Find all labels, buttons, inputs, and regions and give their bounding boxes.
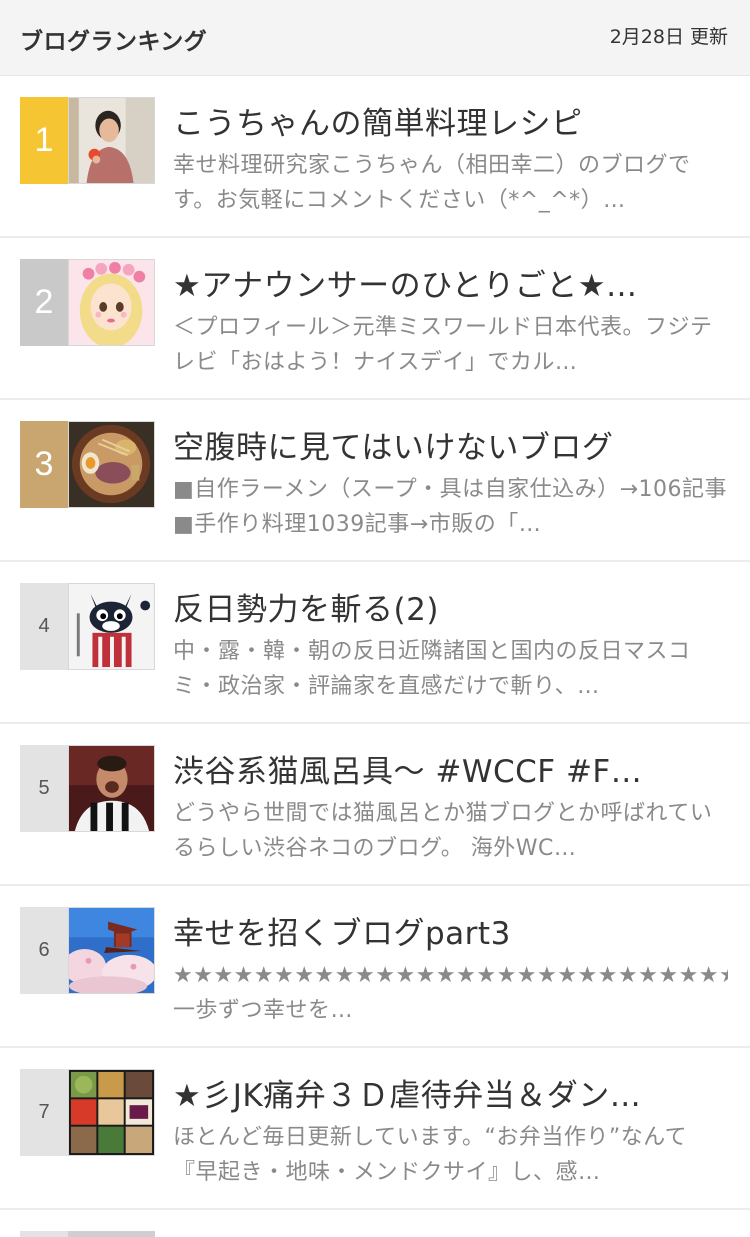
rank-badge: 5 xyxy=(20,745,68,832)
blog-description: ほとんど毎日更新しています。“お弁当作り”なんて『早起き・地味・メンドクサイ』し… xyxy=(173,1125,688,1185)
ranking-list: 1 こうちゃんの簡単料理レシピ 幸せ料理研究家こうちゃん（相田幸二）のブログです… xyxy=(0,76,750,1237)
rank-badge: 6 xyxy=(20,907,68,994)
blog-title: ★アナウンサーのひとりごと★… xyxy=(173,268,638,304)
blog-title: 幸せを招くブログpart3 xyxy=(173,916,511,952)
rank-badge: 1 xyxy=(20,97,68,184)
ranking-item-2[interactable]: 2 ★アナウンサーのひとりごと★… ＜プロフィール＞元準ミスワールド日本代表。フ… xyxy=(0,238,750,400)
ranking-item-6[interactable]: 6 幸せを招くブログpart3 ★★★★★★★★★★★★★★★★★★★★★★★★… xyxy=(0,886,750,1048)
ranking-item-1[interactable]: 1 こうちゃんの簡単料理レシピ 幸せ料理研究家こうちゃん（相田幸二）のブログです… xyxy=(0,76,750,238)
ranking-header: ブログランキング 2月28日 更新 xyxy=(0,0,750,76)
cherry-blossom-temple-icon xyxy=(68,907,155,994)
rank-badge: 2 xyxy=(20,259,68,346)
blog-description: ■自作ラーメン（スープ・具は自家仕込み）→106記事■手作り料理1039記事→市… xyxy=(173,477,728,537)
blog-title: こうちゃんの簡単料理レシピ xyxy=(173,106,583,142)
ranking-item-3[interactable]: 3 空腹時に見てはいけないブログ ■自作ラーメン（スープ・具は自家仕込み）→10… xyxy=(0,400,750,562)
ranking-item-7[interactable]: 7 ★彡JK痛弁３Ｄ虐待弁当＆ダン… ほとんど毎日更新しています。“お弁当作り”… xyxy=(0,1048,750,1210)
blog-description: どうやら世間では猫風呂とか猫ブログとか呼ばれているらしい渋谷ネコのブログ。 海外… xyxy=(173,801,713,861)
blog-title: 空腹時に見てはいけないブログ xyxy=(173,430,614,466)
thumbnail-partial xyxy=(68,1231,155,1237)
anime-girl-icon xyxy=(68,259,155,346)
updated-date: 2月28日 更新 xyxy=(609,26,728,48)
blog-title: ★彡JK痛弁３Ｄ虐待弁当＆ダン… xyxy=(173,1078,642,1114)
ranking-item-5[interactable]: 5 渋谷系猫風呂具〜 #WCCF #F… どうやら世間では猫風呂とか猫ブログとか… xyxy=(0,724,750,886)
rank-badge: 4 xyxy=(20,583,68,670)
rank-badge: 3 xyxy=(20,421,68,508)
page-title: ブログランキング xyxy=(20,29,208,55)
rank-badge-partial xyxy=(20,1231,68,1237)
ranking-item-partial xyxy=(0,1210,750,1237)
blog-description: 中・露・韓・朝の反日近隣諸国と国内の反日マスコミ・政治家・評論家を直感だけで斬り… xyxy=(173,639,691,699)
blog-title: 反日勢力を斬る(2) xyxy=(173,592,439,628)
person-photo-icon xyxy=(68,97,155,184)
bento-collage-icon xyxy=(68,1069,155,1156)
blog-description: ＜プロフィール＞元準ミスワールド日本代表。フジテレビ「おはよう！ナイスデイ」でカ… xyxy=(173,315,713,375)
blog-description: 幸せ料理研究家こうちゃん（相田幸二）のブログです。お気軽にコメントください（*^… xyxy=(173,153,691,213)
ramen-bowl-icon xyxy=(68,421,155,508)
cartoon-cat-icon xyxy=(68,583,155,670)
blog-title: 渋谷系猫風呂具〜 #WCCF #F… xyxy=(173,754,643,790)
rank-badge: 7 xyxy=(20,1069,68,1156)
blog-description: ★★★★★★★★★★★★★★★★★★★★★★★★★★★★★★★★★★★★★★★★… xyxy=(173,963,728,1023)
ranking-item-4[interactable]: 4 反日勢力を斬る(2) 中・露・韓・朝の反日近隣諸国と国内の反日マスコミ・政治… xyxy=(0,562,750,724)
soccer-player-icon xyxy=(68,745,155,832)
